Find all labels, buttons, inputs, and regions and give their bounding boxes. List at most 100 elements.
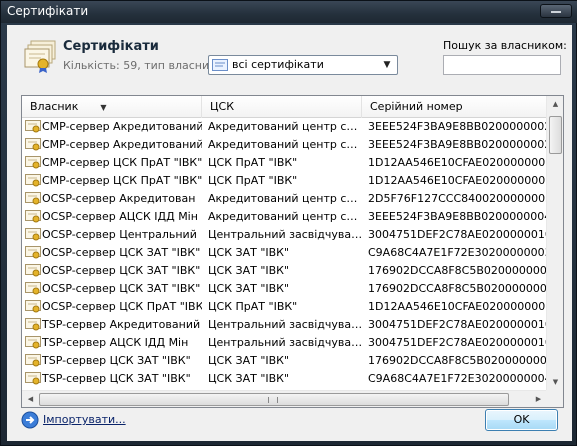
owner-cell: OCSP-сервер ЦСК ЗАТ "ІВК" xyxy=(42,246,201,259)
certificate-icon xyxy=(25,354,41,367)
minimize-button[interactable] xyxy=(540,4,572,18)
table-row[interactable]: CMP-сервер Акредитований Акредитований це… xyxy=(22,118,547,135)
certificate-icon xyxy=(25,228,41,241)
scrollbar-corner xyxy=(546,390,563,407)
serial-cell: 2D5F76F127CCC84002000000030 xyxy=(368,192,547,205)
column-header-serial[interactable]: Серійний номер xyxy=(362,96,547,118)
certificate-count-label: Кількість: 59, тип власників: xyxy=(63,59,229,72)
ca-cell: Акредитований центр серт... xyxy=(208,192,363,205)
certificate-icon xyxy=(25,174,41,187)
dialog-title: Сертифікати xyxy=(63,39,159,54)
import-link[interactable]: Імпортувати... xyxy=(43,413,126,426)
table-row[interactable]: OCSP-сервер Акредитован Акредитований цен… xyxy=(22,190,547,207)
ca-cell: Центральний засвідчуваль... xyxy=(208,336,363,349)
certificates-list-icon xyxy=(212,59,228,71)
owner-cell: CMP-сервер ЦСК ПрАТ "ІВК" xyxy=(42,156,202,169)
owner-cell: OCSP-сервер АЦСК ІДД Мін xyxy=(42,210,198,223)
table-row[interactable]: CMP-сервер ЦСК ПрАТ "ІВК" ЦСК ПрАТ "ІВК" 1… xyxy=(22,172,547,189)
serial-cell: 176902DCCA8F8C5B02000000030 xyxy=(368,264,547,277)
certificates-window: Сертифікати Сертифікати Кількість: 59, т… xyxy=(0,0,577,446)
ca-cell: Акредитований центр серт... xyxy=(208,120,363,133)
owner-cell: TSP-сервер ЦСК ЗАТ "ІВК" xyxy=(42,372,191,385)
certificate-icon xyxy=(25,192,41,205)
dialog-body: Сертифікати Кількість: 59, тип власників… xyxy=(7,25,572,441)
certificate-icon xyxy=(25,300,41,313)
certificates-list: Власник ▼ ЦСК Серійний номер CMP-сервер А… xyxy=(21,95,564,408)
certificate-icon xyxy=(25,210,41,223)
window-title: Сертифікати xyxy=(7,4,89,18)
owner-search-label: Пошук за власником: xyxy=(443,39,567,52)
owner-cell: OCSP-сервер ЦСК ПрАТ "ІВК" xyxy=(42,300,202,313)
ca-cell: ЦСК ЗАТ "ІВК" xyxy=(208,264,290,277)
column-header-owner[interactable]: Власник ▼ xyxy=(22,96,202,118)
table-row[interactable]: OCSP-сервер ЦСК ЗАТ "ІВК" ЦСК ЗАТ "ІВК" 17… xyxy=(22,262,547,279)
serial-cell: 176902DCCA8F8C5B02000000040 xyxy=(368,354,547,367)
ca-cell: Акредитований центр серт... xyxy=(208,210,363,223)
owner-cell: CMP-сервер Акредитований xyxy=(42,120,202,133)
ok-button[interactable]: OK xyxy=(485,409,558,431)
scroll-down-icon[interactable]: ▼ xyxy=(548,374,563,390)
certificate-icon xyxy=(25,156,41,169)
serial-cell: 3004751DEF2C78AE02000000100 xyxy=(368,228,547,241)
title-bar[interactable]: Сертифікати xyxy=(1,1,577,23)
import-icon[interactable] xyxy=(21,411,39,429)
ca-cell: ЦСК ПрАТ "ІВК" xyxy=(208,174,298,187)
ca-cell: ЦСК ПрАТ "ІВК" xyxy=(208,156,298,169)
owner-type-value: всі сертифікати xyxy=(232,58,324,71)
table-row[interactable]: TSP-сервер АЦСК ІДД Мін Центральний засві… xyxy=(22,334,547,351)
ca-cell: Акредитований центр серт... xyxy=(208,138,363,151)
chevron-down-icon[interactable]: ▼ xyxy=(380,58,394,72)
certificate-icon xyxy=(25,372,41,385)
sort-descending-icon: ▼ xyxy=(100,103,107,112)
certificate-icon xyxy=(25,246,41,259)
serial-cell: 3EEE524F3BA9E8BB02000000020 xyxy=(368,120,547,133)
horizontal-scrollbar[interactable]: ◀ ▶ xyxy=(22,390,547,407)
certificate-icon xyxy=(25,138,41,151)
scroll-up-icon[interactable]: ▲ xyxy=(548,96,563,112)
table-row[interactable]: OCSP-сервер АЦСК ІДД Мін Акредитований це… xyxy=(22,208,547,225)
serial-cell: 1D12AA546E10CFAE02000000010 xyxy=(368,174,547,187)
owner-search-input[interactable] xyxy=(443,55,561,75)
ca-cell: ЦСК ЗАТ "ІВК" xyxy=(208,354,290,367)
owner-cell: OCSP-сервер Акредитован xyxy=(42,192,196,205)
list-rows: CMP-сервер Акредитований Акредитований це… xyxy=(22,118,547,390)
column-header-ca-label: ЦСК xyxy=(210,100,235,113)
owner-cell: CMP-сервер ЦСК ПрАТ "ІВК" xyxy=(42,174,202,187)
serial-cell: 3EEE524F3BA9E8BB02000000020 xyxy=(368,138,547,151)
table-row[interactable]: OCSP-сервер ЦСК ЗАТ "ІВК" ЦСК ЗАТ "ІВК" C9… xyxy=(22,244,547,261)
owner-cell: CMP-сервер Акредитований xyxy=(42,138,202,151)
owner-cell: OCSP-сервер ЦСК ЗАТ "ІВК" xyxy=(42,282,201,295)
serial-cell: C9A68C4A7E1F72E302000000030 xyxy=(368,246,547,259)
serial-cell: 176902DCCA8F8C5B02000000030 xyxy=(368,282,547,295)
owner-cell: TSP-сервер Акредитований xyxy=(42,318,201,331)
ca-cell: Центральний засвідчуваль... xyxy=(208,318,363,331)
table-row[interactable]: OCSP-сервер ЦСК ПрАТ "ІВК" ЦСК ПрАТ "ІВК"… xyxy=(22,298,547,315)
column-header-serial-label: Серійний номер xyxy=(370,100,463,113)
table-row[interactable]: TSP-сервер Акредитований Центральний засв… xyxy=(22,316,547,333)
table-row[interactable]: CMP-сервер ЦСК ПрАТ "ІВК" ЦСК ПрАТ "ІВК" 1… xyxy=(22,154,547,171)
certificate-icon xyxy=(25,282,41,295)
scroll-right-icon[interactable]: ▶ xyxy=(531,391,546,407)
vertical-scroll-thumb[interactable] xyxy=(549,116,562,154)
owner-cell: OCSP-сервер ЦСК ЗАТ "ІВК" xyxy=(42,264,201,277)
serial-cell: 1D12AA546E10CFAE02000000020 xyxy=(368,300,547,313)
scroll-left-icon[interactable]: ◀ xyxy=(23,391,38,407)
list-header: Власник ▼ ЦСК Серійний номер xyxy=(22,96,547,118)
horizontal-scroll-thumb[interactable] xyxy=(39,393,509,406)
table-row[interactable]: TSP-сервер ЦСК ЗАТ "ІВК" ЦСК ЗАТ "ІВК" 176… xyxy=(22,352,547,369)
ca-cell: ЦСК ПрАТ "ІВК" xyxy=(208,300,298,313)
vertical-scrollbar[interactable]: ▲ ▼ xyxy=(546,96,563,390)
column-header-owner-label: Власник xyxy=(30,100,79,113)
serial-cell: 3EEE524F3BA9E8BB02000000040 xyxy=(368,210,547,223)
table-row[interactable]: TSP-сервер ЦСК ЗАТ "ІВК" ЦСК ЗАТ "ІВК" C9A… xyxy=(22,370,547,387)
serial-cell: C9A68C4A7E1F72E302000000040 xyxy=(368,372,547,385)
serial-cell: 3004751DEF2C78AE02000000100 xyxy=(368,318,547,331)
table-row[interactable]: OCSP-сервер Центральний Центральний засві… xyxy=(22,226,547,243)
column-header-ca[interactable]: ЦСК xyxy=(202,96,362,118)
owner-type-select[interactable]: всі сертифікати ▼ xyxy=(208,55,398,75)
table-row[interactable]: OCSP-сервер ЦСК ЗАТ "ІВК" ЦСК ЗАТ "ІВК" 17… xyxy=(22,280,547,297)
certificate-icon xyxy=(25,120,41,133)
ca-cell: ЦСК ЗАТ "ІВК" xyxy=(208,372,290,385)
table-row[interactable]: CMP-сервер Акредитований Акредитований це… xyxy=(22,136,547,153)
owner-cell: TSP-сервер АЦСК ІДД Мін xyxy=(42,336,189,349)
